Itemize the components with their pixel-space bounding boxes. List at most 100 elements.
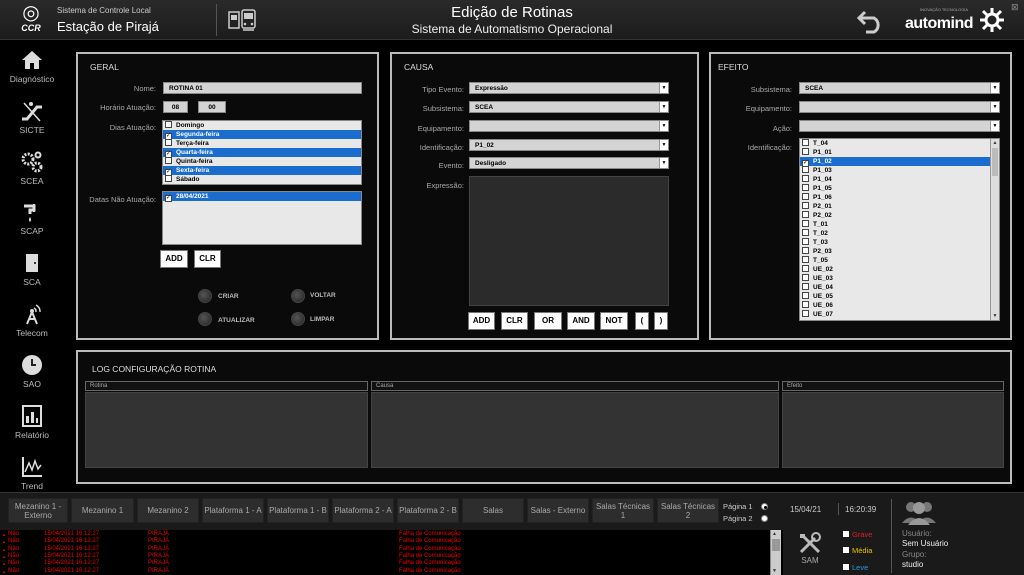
log-col-rotina[interactable] xyxy=(85,392,368,468)
scroll-up-icon[interactable]: ▲ xyxy=(772,531,777,537)
page-1-radio[interactable] xyxy=(761,503,768,510)
sidebar-item-sicte[interactable]: SICTE xyxy=(0,95,64,143)
log-col-causa[interactable] xyxy=(371,392,779,468)
list-item[interactable]: Quinta-feira xyxy=(163,157,361,166)
efeito-subsistema-select[interactable]: SCEA ▼ xyxy=(799,82,1000,94)
limpar-radio[interactable] xyxy=(291,312,305,326)
alarm-row[interactable]: ▲ Não 15/04/2021 16:12:27 PIRAJÁ Falha de Co… xyxy=(0,546,770,553)
alarm-row[interactable]: ▲ Não 15/04/2021 16:12:27 PIRAJÁ Falha de Co… xyxy=(0,538,770,545)
checkbox[interactable] xyxy=(802,238,809,245)
checkbox[interactable] xyxy=(165,139,172,146)
list-item[interactable]: Terça-feira xyxy=(163,139,361,148)
alarm-row[interactable]: ▲ Não 15/04/2021 16:12:27 PIRAJÁ Falha de Co… xyxy=(0,553,770,560)
log-col-efeito[interactable] xyxy=(782,392,1004,468)
scroll-down-icon[interactable]: ▼ xyxy=(772,568,777,574)
list-item[interactable]: UE_03 xyxy=(800,274,990,283)
alarm-row[interactable]: ▲ Não 15/04/2021 16:12:27 PIRAJÁ Falha de Co… xyxy=(0,560,770,567)
tipo-evento-select[interactable]: Expressão ▼ xyxy=(469,82,669,94)
list-item[interactable]: ✓ Quarta-feira xyxy=(163,148,361,158)
scroll-thumb[interactable] xyxy=(772,539,780,551)
checkbox[interactable] xyxy=(802,274,809,281)
causa-clr-button[interactable]: CLR xyxy=(501,312,528,330)
list-item[interactable]: T_02 xyxy=(800,229,990,238)
acao-select[interactable]: ▼ xyxy=(799,120,1000,132)
close-paren-button[interactable]: ) xyxy=(654,312,668,330)
nav-salas[interactable]: Salas xyxy=(462,498,524,523)
nav-plataforma-1a[interactable]: Plataforma 1 - A xyxy=(202,498,264,523)
minuto-input[interactable]: 00 xyxy=(198,101,226,113)
nav-mezanino-1-externo[interactable]: Mezanino 1 - Externo xyxy=(8,498,68,523)
sidebar-item-relatorio[interactable]: Relatório xyxy=(0,400,64,448)
list-item[interactable]: P1_01 xyxy=(800,148,990,157)
alarm-row[interactable]: ▲ Não 15/04/2021 16:12:27 PIRAJÁ Falha de Co… xyxy=(0,531,770,538)
checkbox[interactable] xyxy=(165,157,172,164)
list-item[interactable]: P2_03 xyxy=(800,247,990,256)
list-item[interactable]: T_05 xyxy=(800,256,990,265)
checkbox[interactable] xyxy=(802,202,809,209)
checkbox[interactable] xyxy=(802,166,809,173)
voltar-radio[interactable] xyxy=(291,289,305,303)
not-button[interactable]: NOT xyxy=(600,312,628,330)
list-item[interactable]: T_04 xyxy=(800,139,990,148)
leve-checkbox[interactable] xyxy=(843,564,849,570)
list-item[interactable]: P2_02 xyxy=(800,211,990,220)
alarm-scrollbar[interactable]: ▲ ▼ xyxy=(770,530,781,575)
sidebar-item-sca[interactable]: SCA xyxy=(0,247,64,295)
alarm-list[interactable]: ▲ Não 15/04/2021 16:12:27 PIRAJÁ Falha de Co… xyxy=(0,530,783,575)
checkbox[interactable]: ✓ xyxy=(165,195,172,202)
nav-plataforma-2b[interactable]: Plataforma 2 - B xyxy=(397,498,459,523)
dias-listbox[interactable]: Domingo ✓ Segunda-feira Terça-feira ✓ Quarta-… xyxy=(162,120,362,185)
expressao-textarea[interactable] xyxy=(469,176,669,306)
list-item[interactable]: ✓ P1_02 xyxy=(800,157,990,167)
efeito-identificacao-listbox[interactable]: T_04 P1_01 ✓ P1_02 P1_03 P1_04 P1_05 P1_06 P2_01… xyxy=(799,138,1000,321)
list-item[interactable]: Domingo xyxy=(163,121,361,130)
checkbox[interactable] xyxy=(802,292,809,299)
grave-checkbox[interactable] xyxy=(843,531,849,537)
list-item[interactable]: T_01 xyxy=(800,220,990,229)
checkbox[interactable] xyxy=(802,175,809,182)
checkbox[interactable] xyxy=(802,283,809,290)
open-paren-button[interactable]: ( xyxy=(635,312,649,330)
nav-mezanino-2[interactable]: Mezanino 2 xyxy=(137,498,199,523)
list-item[interactable]: UE_05 xyxy=(800,292,990,301)
train-station-icon[interactable] xyxy=(227,8,257,32)
hora-input[interactable]: 08 xyxy=(163,101,188,113)
checkbox[interactable] xyxy=(802,256,809,263)
nav-salas-externo[interactable]: Salas - Externo xyxy=(527,498,589,523)
checkbox[interactable] xyxy=(802,229,809,236)
efeito-equipamento-select[interactable]: ▼ xyxy=(799,101,1000,113)
nome-input[interactable]: ROTINA 01 xyxy=(163,82,362,94)
list-item[interactable]: UE_04 xyxy=(800,283,990,292)
datas-listbox[interactable]: ✓ 28/04/2021 xyxy=(162,191,362,245)
sidebar-item-telecom[interactable]: Telecom xyxy=(0,298,64,346)
list-item[interactable]: P1_04 xyxy=(800,175,990,184)
sidebar-item-scap[interactable]: SCAP xyxy=(0,196,64,244)
atualizar-radio[interactable] xyxy=(198,312,212,326)
scroll-thumb[interactable] xyxy=(992,148,998,176)
causa-equipamento-select[interactable]: ▼ xyxy=(469,120,669,132)
causa-subsistema-select[interactable]: SCEA ▼ xyxy=(469,101,669,113)
list-item[interactable]: UE_06 xyxy=(800,301,990,310)
efeito-list-scrollbar[interactable]: ▲ ▼ xyxy=(990,139,999,320)
geral-clr-button[interactable]: CLR xyxy=(194,250,221,268)
alarm-row[interactable]: ▲ Não 15/04/2021 16:12:27 PIRAJÁ Falha de Co… xyxy=(0,568,770,575)
causa-identificacao-select[interactable]: P1_02 ▼ xyxy=(469,139,669,151)
checkbox[interactable] xyxy=(802,310,809,317)
severity-leve[interactable]: Leve xyxy=(843,563,868,572)
severity-media[interactable]: Média xyxy=(843,546,872,555)
nav-salas-tecnicas-2[interactable]: Salas Técnicas 2 xyxy=(657,498,719,523)
list-item[interactable]: P1_03 xyxy=(800,166,990,175)
list-item[interactable]: UE_02 xyxy=(800,265,990,274)
list-item[interactable]: P2_01 xyxy=(800,202,990,211)
and-button[interactable]: AND xyxy=(567,312,595,330)
checkbox[interactable] xyxy=(802,265,809,272)
list-item[interactable]: Sábado xyxy=(163,175,361,184)
causa-add-button[interactable]: ADD xyxy=(468,312,495,330)
list-item[interactable]: ✓ Segunda-feira xyxy=(163,130,361,140)
checkbox[interactable] xyxy=(802,211,809,218)
criar-radio[interactable] xyxy=(198,289,212,303)
scroll-up-icon[interactable]: ▲ xyxy=(991,139,999,147)
nav-plataforma-2a[interactable]: Plataforma 2 - A xyxy=(332,498,394,523)
severity-grave[interactable]: Grave xyxy=(843,530,872,539)
list-item[interactable]: ✓ Sexta-feira xyxy=(163,166,361,176)
